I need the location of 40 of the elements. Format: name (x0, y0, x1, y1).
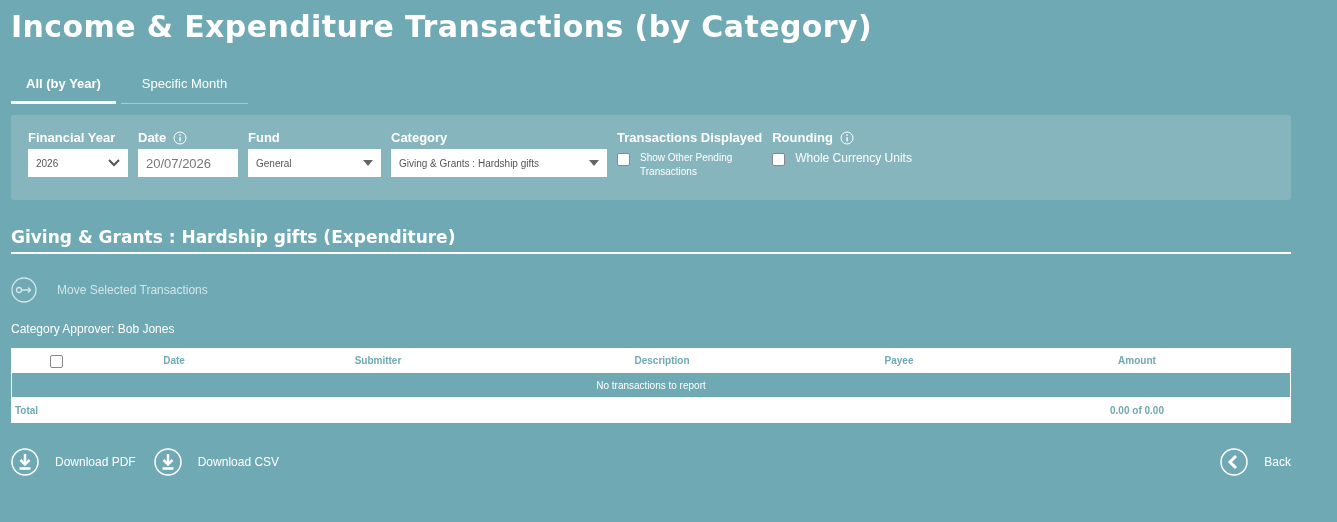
checkbox-label: Show Other Pending Transactions (640, 151, 734, 179)
column-header: Amount (1118, 355, 1156, 366)
field-label: Financial Year (28, 130, 117, 145)
field-label: Category (391, 130, 449, 145)
empty-message: No transactions to report (596, 379, 706, 391)
checkbox[interactable] (617, 153, 630, 166)
field-label: Transactions Displayed (617, 130, 763, 145)
checkbox[interactable] (772, 153, 786, 166)
total-label: Total (14, 404, 39, 416)
back-icon (1220, 448, 1249, 476)
column-header: Payee (884, 355, 914, 366)
year-select[interactable]: 2026 (28, 149, 128, 177)
approver-text: Category Approver: Bob Jones (11, 322, 176, 336)
download-button[interactable]: Download PDF (11, 448, 136, 476)
field-label: Fund (248, 130, 281, 145)
column-header: Submitter (354, 355, 402, 366)
field-label: Rounding (772, 130, 833, 145)
move-icon (11, 277, 37, 303)
column-header: Description (634, 355, 690, 366)
total-amount: 0.00 of 0.00 (1110, 404, 1164, 416)
download-icon (153, 448, 182, 476)
category-select[interactable]: Giving & Grants : Hardship gifts (391, 149, 607, 177)
caret-icon (589, 160, 599, 166)
download-button[interactable]: Download CSV (153, 448, 280, 476)
download-icon (11, 448, 39, 476)
page-title: Income & Expenditure Transactions (by Category) (11, 8, 874, 46)
back-button[interactable]: Back (1220, 448, 1291, 476)
tab[interactable]: Specific Month (121, 70, 248, 104)
date-field[interactable]: 20/07/2026 (138, 149, 238, 177)
info-icon[interactable] (173, 130, 188, 145)
info-icon[interactable] (839, 130, 854, 145)
checkbox-label: Whole Currency Units (795, 151, 912, 165)
field-label: Date (138, 130, 167, 145)
column-header: Date (163, 355, 185, 366)
section-title: Giving & Grants : Hardship gifts (Expenditure) (11, 227, 1291, 254)
caret-icon (363, 160, 373, 166)
select-all-checkbox[interactable] (49, 355, 63, 368)
tab[interactable]: All (by Year) (11, 70, 116, 104)
fund-select[interactable]: General (248, 149, 381, 177)
chevron-down-icon (108, 159, 120, 167)
